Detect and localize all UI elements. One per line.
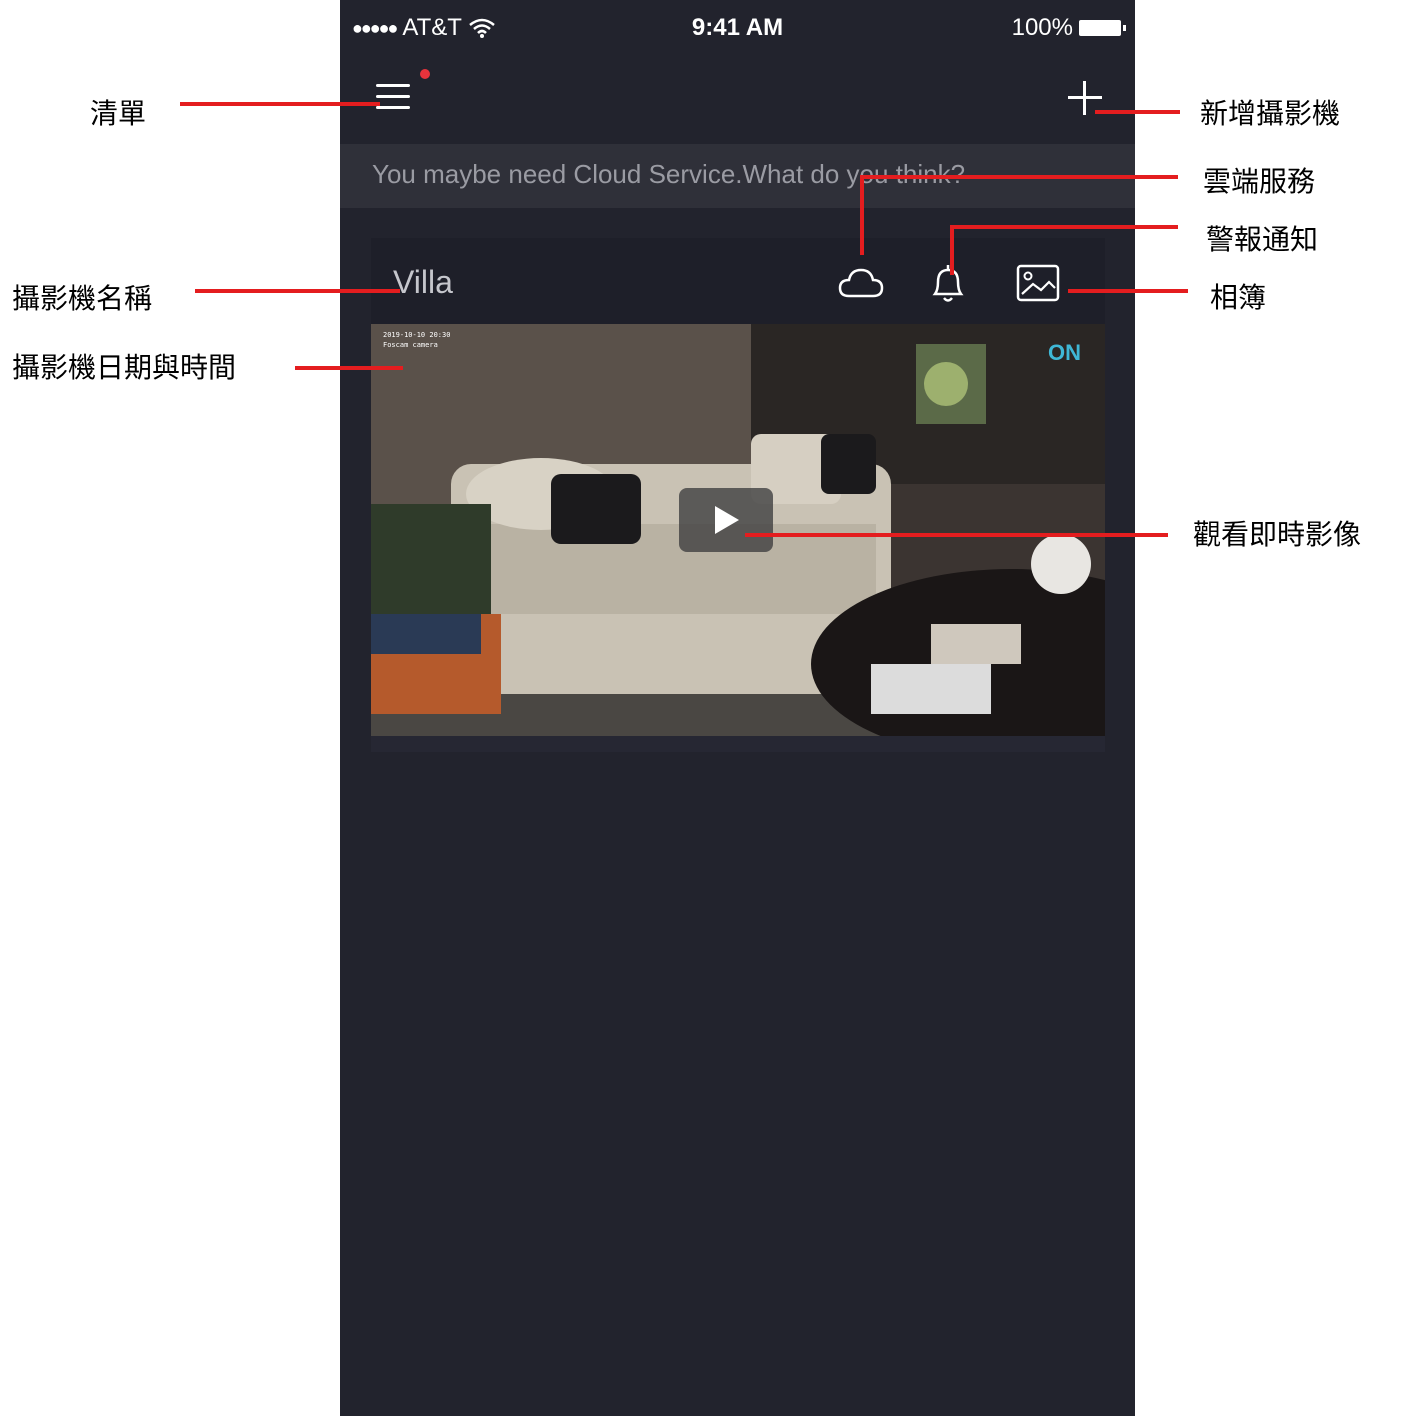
annotation-camera-datetime: 攝影機日期與時間 [12, 351, 237, 384]
annotation-line-add [1095, 110, 1180, 114]
annotation-cloud-service: 雲端服務 [1203, 165, 1316, 198]
annotation-menu: 清單 [90, 97, 147, 130]
camera-name: Villa [393, 264, 453, 300]
battery-icon [1079, 20, 1126, 36]
camera-card: Villa 2019-10-10 20:30 Foscam camera ON [371, 238, 1105, 752]
phone-screen: ●●●●● AT&T 9:41 AM 100% You maybe need C… [340, 0, 1135, 1416]
annotation-line-alert [950, 225, 1178, 229]
camera-card-header: Villa [371, 238, 1105, 324]
annotation-live-view: 觀看即時影像 [1193, 518, 1362, 551]
annotation-line-datetime [295, 366, 403, 370]
album-icon[interactable] [1013, 258, 1063, 308]
annotation-line-menu [180, 102, 380, 106]
cloud-icon[interactable] [836, 258, 886, 308]
annotation-alert: 警報通知 [1206, 223, 1319, 256]
battery-percent: 100% [1011, 14, 1073, 41]
annotation-line-alert-vertical [950, 225, 954, 275]
play-icon[interactable] [679, 488, 773, 552]
camera-datetime-overlay: 2019-10-10 20:30 Foscam camera [383, 330, 450, 350]
plus-icon-vertical [1083, 81, 1086, 115]
annotation-line-camera-name [195, 289, 400, 293]
annotation-album: 相簿 [1210, 281, 1267, 314]
hamburger-line [376, 95, 410, 98]
overlay-date-text: 2019-10-10 20:30 [383, 331, 451, 339]
annotation-add-camera: 新增攝影機 [1200, 97, 1341, 130]
annotation-line-live [745, 533, 1168, 537]
live-video-thumbnail[interactable]: 2019-10-10 20:30 Foscam camera ON [371, 324, 1105, 736]
annotation-line-cloud-vertical [860, 175, 864, 255]
annotation-line-album [1068, 289, 1188, 293]
annotation-camera-name: 攝影機名稱 [12, 282, 153, 315]
overlay-camera-label: Foscam camera [383, 341, 438, 349]
notification-dot-icon [420, 69, 430, 79]
menu-button[interactable] [370, 76, 420, 116]
status-badge: ON [1048, 340, 1081, 365]
hamburger-menu-icon [376, 84, 410, 87]
hamburger-line [376, 106, 410, 109]
bell-icon[interactable] [923, 258, 973, 308]
nav-bar [340, 52, 1135, 144]
status-bar: ●●●●● AT&T 9:41 AM 100% [340, 8, 1135, 52]
status-right: 100% [1011, 14, 1126, 42]
annotation-line-cloud [860, 175, 1178, 179]
